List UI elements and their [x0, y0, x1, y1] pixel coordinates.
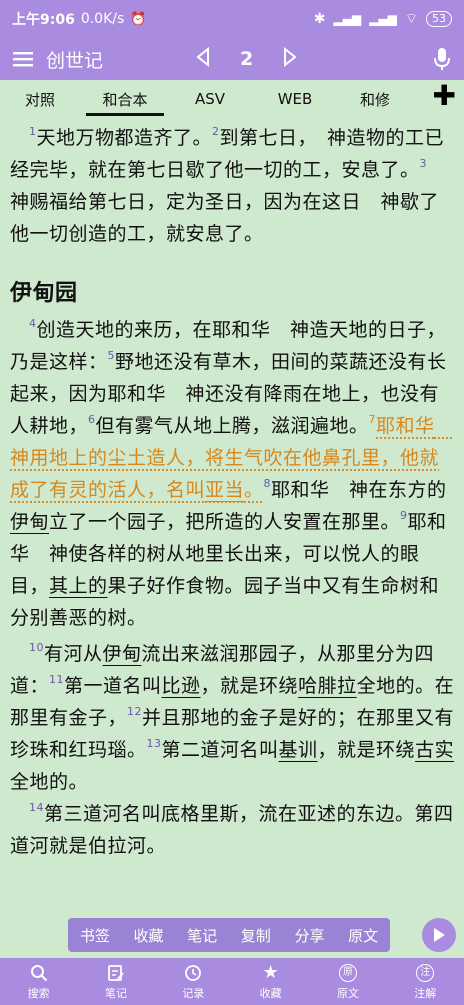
nav-label: 收藏: [259, 986, 282, 1000]
verse-text: 有河从: [44, 643, 103, 665]
place-link[interactable]: 基训: [279, 739, 318, 761]
name-link[interactable]: 亚当: [205, 479, 244, 501]
search-icon: [30, 963, 48, 983]
history-icon: [184, 963, 202, 983]
nav-notes[interactable]: 笔记: [77, 963, 154, 1001]
share-button[interactable]: 分享: [294, 925, 324, 946]
verse-number: 13: [146, 737, 162, 750]
word-link[interactable]: 其上的: [49, 575, 108, 597]
star-icon: ★: [262, 962, 279, 983]
next-chapter-icon[interactable]: [283, 46, 297, 72]
verse-number: 11: [49, 673, 65, 686]
battery-indicator: 53: [426, 11, 452, 27]
alarm-icon: ⏰: [130, 11, 147, 27]
tab-cuv[interactable]: 和合本: [80, 81, 170, 118]
bluetooth-icon: ✱: [313, 11, 326, 27]
microphone-icon[interactable]: [420, 47, 464, 71]
nav-label: 原文: [336, 986, 359, 1000]
nav-search[interactable]: 搜索: [0, 963, 77, 1001]
tab-compare[interactable]: 对照: [0, 81, 80, 118]
nav-label: 搜索: [27, 986, 50, 1000]
verse-number: 3: [419, 157, 428, 170]
prev-chapter-icon[interactable]: [196, 46, 210, 72]
chapter-number[interactable]: 2: [240, 48, 253, 70]
verse-number: 8: [263, 477, 272, 490]
verse-number: 4: [29, 317, 37, 330]
menu-icon[interactable]: [0, 51, 46, 67]
verse-group-2[interactable]: 4创造天地的来历，在耶和华 神造天地的日子，乃是这样：5野地还没有草木，田间的菜…: [10, 314, 456, 634]
nav-label: 笔记: [104, 986, 127, 1000]
wifi-icon: ⌔: [404, 11, 418, 27]
verse-text: 第三道河名叫底格里斯，流在亚述的东边。第四道河就是伯拉河。: [10, 803, 454, 857]
place-link[interactable]: 伊甸: [103, 643, 142, 665]
verse-text: ，就是环绕: [200, 675, 299, 697]
verse-text: 第二道河名叫: [161, 739, 279, 761]
nav-label: 记录: [182, 986, 205, 1000]
place-link[interactable]: 比逊: [162, 675, 201, 697]
copy-button[interactable]: 复制: [241, 925, 271, 946]
annotation-icon: 注: [416, 963, 435, 982]
status-bar: 上午9:06 0.0K/s ⏰ ✱ ▂▄▆ ▂▄▆ ⌔ 53: [0, 0, 464, 38]
bookmark-button[interactable]: 书签: [80, 925, 110, 946]
place-link[interactable]: 古实: [415, 739, 454, 761]
note-icon: [107, 963, 125, 983]
place-link[interactable]: 伊甸: [10, 511, 49, 533]
bottom-navigation: 搜索 笔记 记录 ★ 收藏 原 原文 注 注解: [0, 958, 464, 1005]
verse-text: ，就是环绕: [317, 739, 416, 761]
verse-number: 10: [29, 641, 44, 654]
verse-text: 。: [244, 479, 264, 501]
book-title[interactable]: 创世记: [46, 46, 186, 73]
verse-action-toolbar: 书签 收藏 笔记 复制 分享 原文: [68, 918, 390, 952]
nav-annotations[interactable]: 注 注解: [387, 963, 464, 1001]
status-time: 上午9:06: [12, 12, 75, 28]
verse-number: 14: [29, 801, 44, 814]
network-speed: 0.0K/s: [80, 11, 125, 27]
verse-number: 2: [212, 125, 220, 138]
verse-group-4[interactable]: 14第三道河名叫底格里斯，流在亚述的东边。第四道河就是伯拉河。: [10, 798, 456, 862]
section-heading: 伊甸园: [10, 281, 78, 306]
signal-icon-2: ▂▄▆: [369, 12, 397, 26]
tab-web[interactable]: WEB: [250, 82, 340, 116]
place-link[interactable]: 哈腓拉: [298, 675, 357, 697]
add-version-icon[interactable]: ✚: [433, 82, 456, 110]
verse-number: 1: [29, 125, 37, 138]
verse-text: 第一道名叫: [64, 675, 162, 697]
nav-history[interactable]: 记录: [155, 963, 232, 1001]
nav-label: 注解: [414, 986, 437, 1000]
version-tabs: 对照 和合本 ASV WEB 和修: [0, 80, 464, 118]
original-text-button[interactable]: 原文: [348, 925, 378, 946]
tab-asv[interactable]: ASV: [170, 82, 250, 116]
verse-number: 6: [88, 413, 96, 426]
play-audio-button[interactable]: [422, 918, 456, 952]
favorite-button[interactable]: 收藏: [133, 925, 163, 946]
nav-original[interactable]: 原 原文: [309, 963, 386, 1001]
verse-text: 耶和华 神在东方的: [271, 479, 447, 501]
original-icon: 原: [338, 963, 357, 982]
nav-favorites[interactable]: ★ 收藏: [232, 962, 309, 1001]
verse-number: 5: [107, 349, 116, 362]
verse-group-1[interactable]: 1天地万物都造齐了。2到第七日， 神造物的工已经完毕，就在第七日歇了他一切的工，…: [10, 122, 456, 250]
play-icon: [434, 928, 445, 942]
tab-revised[interactable]: 和修: [340, 81, 410, 118]
verse-text: 但有雾气从地上腾，滋润遍地。: [95, 415, 369, 437]
verse-number: 9: [400, 509, 408, 522]
verse-text: 天地万物都造齐了。: [36, 127, 213, 149]
verse-group-3[interactable]: 10有河从伊甸流出来滋润那园子，从那里分为四道：11第一道名叫比逊，就是环绕哈腓…: [10, 638, 456, 798]
verse-number: 7: [368, 413, 377, 426]
note-button[interactable]: 笔记: [187, 925, 217, 946]
verse-number: 12: [127, 705, 143, 718]
app-bar: 创世记 2: [0, 38, 464, 80]
verse-text: 立了一个园子，把所造的人安置在那里。: [49, 511, 401, 533]
scripture-content[interactable]: 1天地万物都造齐了。2到第七日， 神造物的工已经完毕，就在第七日歇了他一切的工，…: [10, 122, 456, 942]
signal-icon: ▂▄▆: [333, 12, 362, 26]
verse-text: 全地的。: [10, 771, 89, 793]
